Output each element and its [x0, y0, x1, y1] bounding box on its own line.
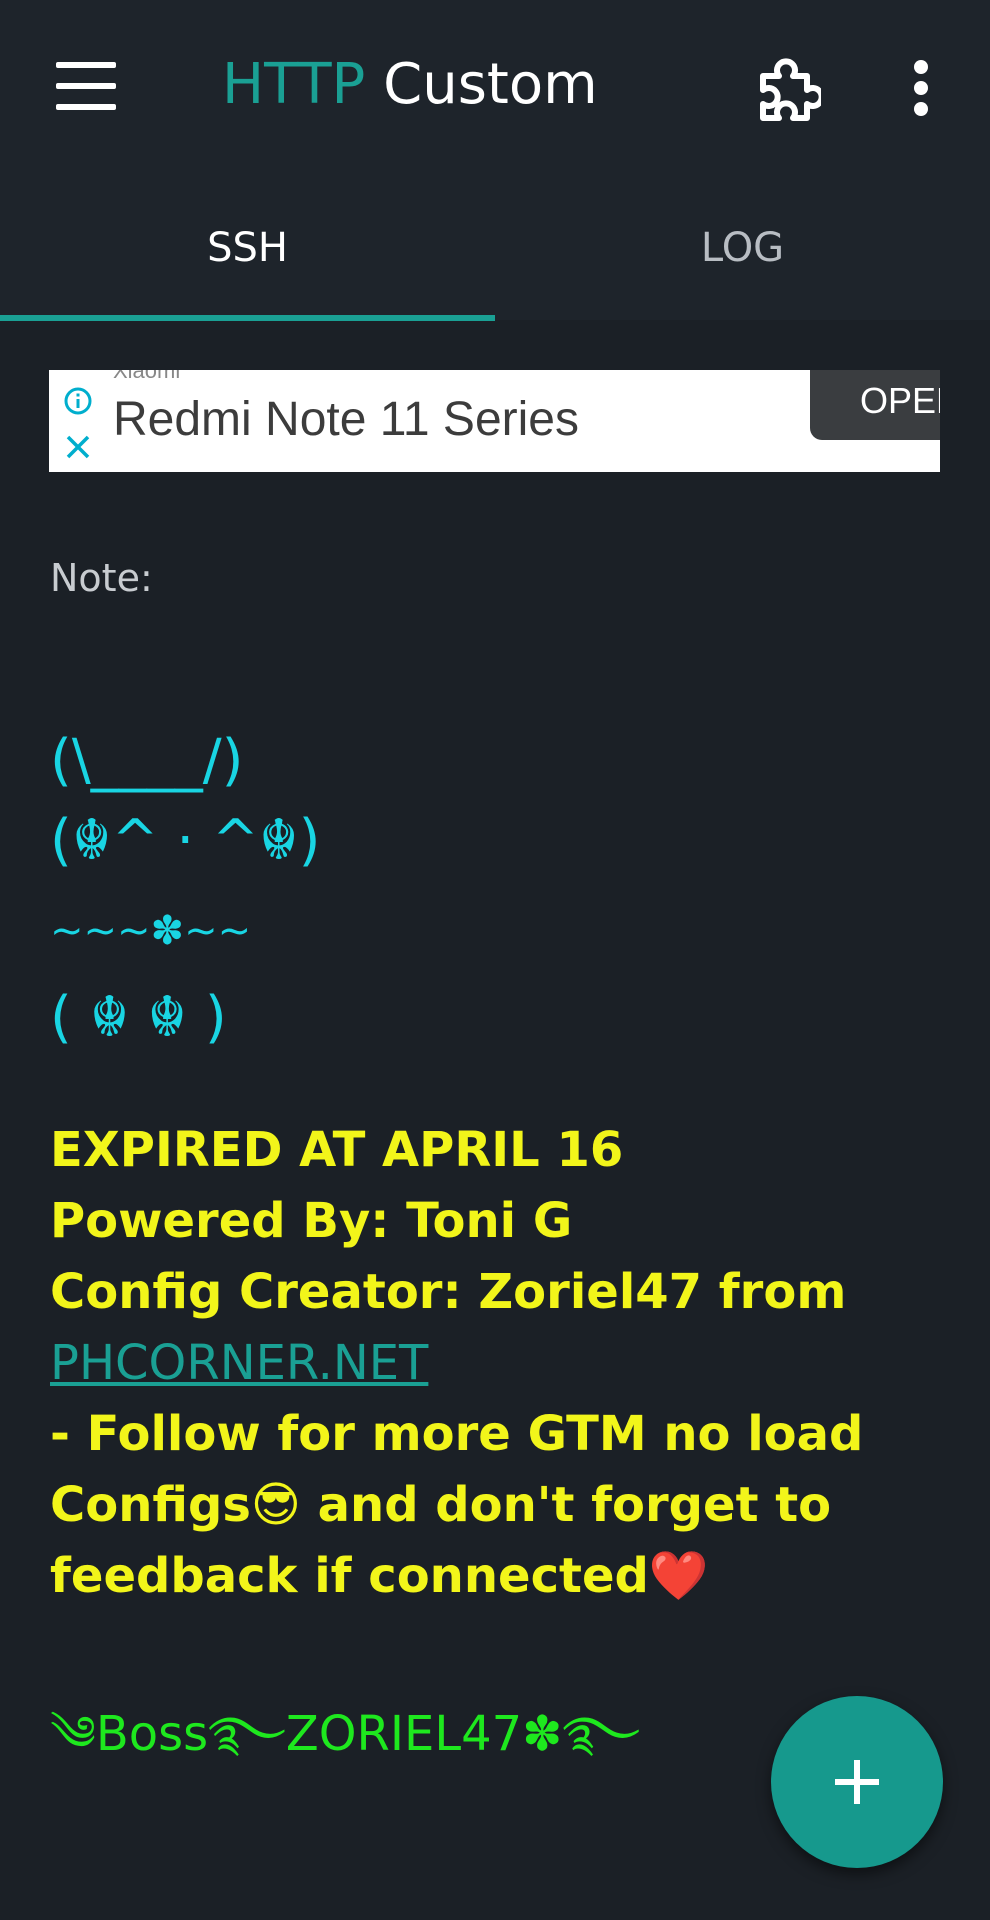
- message-line: Powered By: Toni G: [50, 1193, 573, 1249]
- app-title-http: HTTP: [222, 52, 366, 117]
- ascii-art-line: ( ☬ ☬ ): [50, 985, 227, 1050]
- note-message: EXPIRED AT APRIL 16 Powered By: Toni G C…: [50, 1115, 950, 1612]
- screen: HTTP Custom SSH LOG Xiaomi Redmi Note 11…: [0, 0, 990, 1920]
- message-line: Configs😎 and don't forget to: [50, 1477, 832, 1533]
- message-line: Config Creator: Zoriel47 from: [50, 1264, 847, 1320]
- plus-icon-stroke: [854, 1760, 860, 1804]
- ascii-art-line: (☬^ · ^☬): [50, 808, 321, 873]
- tab-log[interactable]: LOG: [495, 175, 990, 320]
- note-label: Note:: [50, 556, 153, 600]
- close-icon[interactable]: [63, 432, 93, 462]
- app-title: HTTP Custom: [222, 52, 598, 117]
- message-line: EXPIRED AT APRIL 16: [50, 1122, 624, 1178]
- info-icon[interactable]: [63, 386, 93, 416]
- app-bar: HTTP Custom: [0, 0, 990, 175]
- signature: ༄Boss࿐ZORIEL47✽࿐: [50, 1706, 641, 1762]
- ad-brand: Xiaomi: [113, 370, 181, 383]
- message-line: - Follow for more GTM no load: [50, 1406, 864, 1462]
- tab-selected-indicator: [0, 315, 495, 321]
- ad-banner[interactable]: Xiaomi Redmi Note 11 Series OPEN: [49, 370, 940, 472]
- app-title-custom: Custom: [383, 52, 598, 117]
- puzzle-piece-icon[interactable]: [755, 58, 825, 124]
- hamburger-menu-icon[interactable]: [56, 62, 116, 110]
- tab-ssh[interactable]: SSH: [0, 175, 495, 320]
- phcorner-link[interactable]: PHCORNER.NET: [50, 1328, 950, 1399]
- add-button[interactable]: [771, 1696, 943, 1868]
- ascii-art-line: ~~~✽~~: [50, 908, 252, 954]
- message-line: feedback if connected❤️: [50, 1548, 709, 1604]
- ascii-art-line: (\____/): [50, 728, 244, 793]
- ad-headline: Redmi Note 11 Series: [113, 393, 579, 446]
- ad-open-button[interactable]: OPEN: [810, 370, 940, 440]
- more-vert-icon[interactable]: [905, 60, 937, 116]
- tab-bar: SSH LOG: [0, 175, 990, 321]
